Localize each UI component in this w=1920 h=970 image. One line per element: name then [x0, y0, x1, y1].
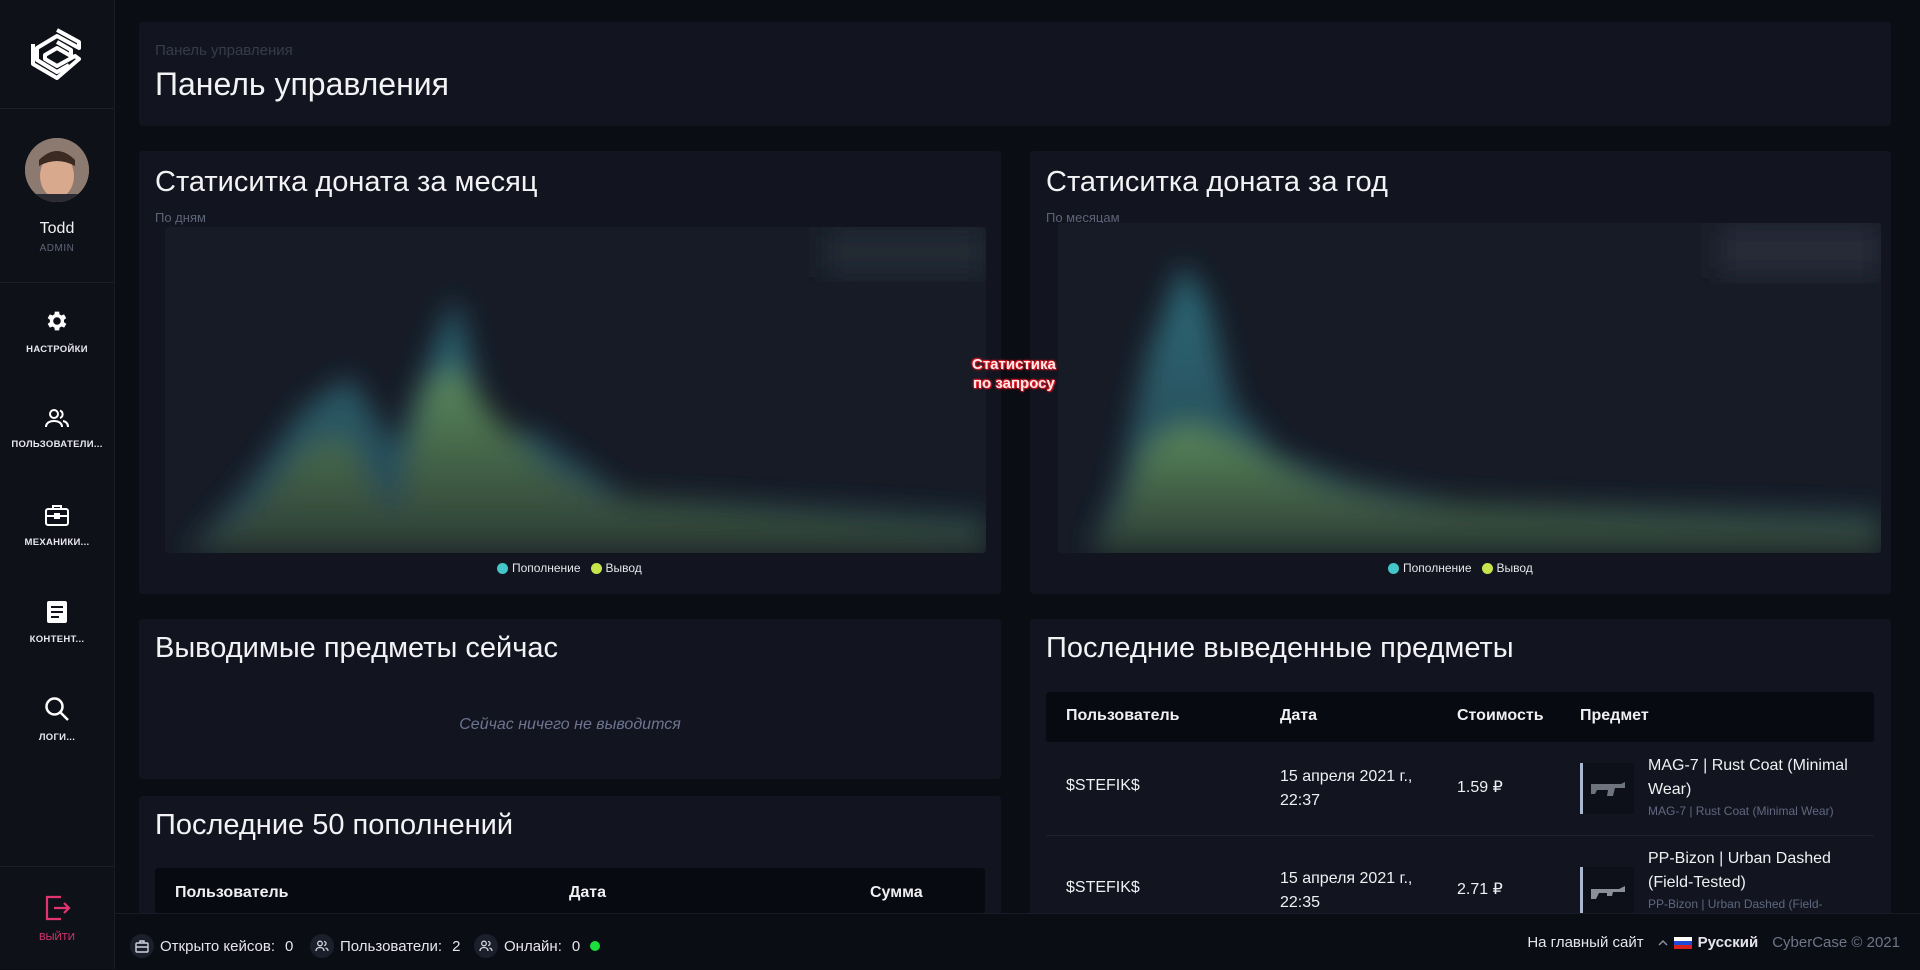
row-item-sub: PP-Bizon | Urban Dashed (Field- [1648, 897, 1823, 911]
copyright: CyberCase © 2021 [1772, 934, 1900, 951]
footer-online: Онлайн: 0 [474, 934, 601, 958]
gun-icon [1590, 885, 1625, 899]
sidebar-item-settings[interactable]: НАСТРОЙКИ [0, 283, 114, 380]
document-icon [47, 601, 67, 623]
online-label: Онлайн: [504, 937, 562, 955]
table-row[interactable]: $STEFIK$ 15 апреля 2021 г., 22:37 1.59 ₽… [1046, 742, 1874, 836]
users-value: 2 [452, 937, 461, 955]
cases-label: Открыто кейсов: [160, 937, 276, 955]
language-selector[interactable]: Русский [1658, 934, 1759, 951]
user-name: Todd [39, 220, 75, 237]
main-site-link[interactable]: На главный сайт [1527, 934, 1643, 951]
col-user[interactable]: Пользователь [175, 884, 288, 902]
cybercase-logo-icon [31, 28, 81, 80]
col-item[interactable]: Предмет [1580, 707, 1649, 725]
stamp-line-2: по запросу [972, 375, 1055, 392]
sidebar-item-logs[interactable]: ЛОГИ... [0, 671, 114, 768]
cases-value: 0 [285, 937, 294, 955]
item-thumbnail [1580, 867, 1634, 918]
footer-users: Пользователи: 2 [310, 934, 460, 958]
row-item-sub: MAG-7 | Rust Coat (Minimal Wear) [1648, 804, 1834, 818]
row-user[interactable]: $STEFIK$ [1066, 879, 1140, 897]
col-date[interactable]: Дата [569, 884, 606, 902]
row-date: 15 апреля 2021 г., 22:35 [1280, 870, 1413, 911]
year-chart [1058, 223, 1881, 553]
page-title: Панель управления [155, 66, 449, 102]
stamp-line-1: Статистика [972, 356, 1056, 373]
row-date: 15 апреля 2021 г., 22:37 [1280, 768, 1413, 809]
online-users-icon [474, 934, 498, 958]
search-icon [45, 697, 69, 721]
col-cost[interactable]: Стоимость [1457, 707, 1544, 725]
month-chart-svg [165, 227, 986, 553]
legend-label: Вывод [1496, 561, 1533, 575]
sidebar-item-label: КОНТЕНТ... [29, 634, 85, 645]
sidebar-item-content[interactable]: КОНТЕНТ... [0, 574, 114, 671]
users-label: Пользователи: [340, 937, 443, 955]
online-status-dot [590, 941, 601, 951]
sidebar-item-label: МЕХАНИКИ... [24, 537, 90, 548]
last-withdrawn-title: Последние выведенные предметы [1046, 632, 1514, 664]
sidebar-item-label: ЛОГИ... [38, 732, 76, 743]
col-date[interactable]: Дата [1280, 707, 1317, 725]
row-cost: 2.71 ₽ [1457, 881, 1503, 898]
logout-icon [45, 895, 71, 920]
month-chart-subtitle: По дням [155, 210, 206, 225]
logout-button[interactable]: ВЫЙТИ [0, 866, 114, 969]
legend-item-deposit[interactable]: Пополнение [497, 561, 581, 575]
sidebar-item-users[interactable]: ПОЛЬЗОВАТЕЛИ... [0, 380, 114, 477]
users-icon [45, 409, 69, 428]
last-withdrawn-header: Пользователь Дата Стоимость Предмет [1046, 692, 1874, 742]
legend-item-withdraw[interactable]: Вывод [1481, 561, 1533, 575]
row-item[interactable]: PP-Bizon | Urban Dashed (Field-Tested) [1648, 847, 1858, 895]
last-deposits-title: Последние 50 пополнений [155, 809, 514, 841]
chevron-up-icon [1658, 939, 1668, 946]
sidebar-item-label: НАСТРОЙКИ [26, 344, 88, 355]
month-chart-legend: Пополнение Вывод [497, 561, 642, 575]
logout-label: ВЫЙТИ [38, 931, 75, 943]
row-cost: 1.59 ₽ [1457, 779, 1503, 796]
user-role: ADMIN [39, 243, 75, 254]
sidebar: Todd ADMIN НАСТРОЙКИ ПОЛЬЗОВАТЕЛИ... МЕХ… [0, 0, 115, 969]
legend-label: Вывод [605, 561, 642, 575]
profile: Todd ADMIN [0, 109, 114, 283]
sidebar-item-label: ПОЛЬЗОВАТЕЛИ... [11, 439, 103, 450]
month-chart [165, 227, 986, 553]
breadcrumb[interactable]: Панель управления [155, 42, 293, 59]
footer: Открыто кейсов: 0 Пользователи: 2 Онлайн… [115, 913, 1920, 970]
col-sum[interactable]: Сумма [870, 884, 923, 902]
gear-icon [47, 311, 67, 331]
case-icon [130, 934, 154, 958]
row-user[interactable]: $STEFIK$ [1066, 777, 1140, 795]
online-value: 0 [571, 937, 581, 955]
legend-label: Пополнение [1403, 561, 1472, 575]
briefcase-icon [45, 505, 69, 526]
legend-label: Пополнение [512, 561, 581, 575]
table-row[interactable]: $STEFIK$ 15 апреля 2021 г., 22:35 2.71 ₽… [1046, 835, 1874, 918]
footer-right: На главный сайт Русский CyberCase © 2021 [1527, 934, 1900, 951]
year-chart-legend: Пополнение Вывод [1388, 561, 1533, 575]
withdrawing-now-title: Выводимые предметы сейчас [155, 632, 558, 664]
stats-on-request-stamp: Статистика по запросу [972, 355, 1056, 393]
item-thumbnail [1580, 763, 1634, 814]
row-item[interactable]: MAG-7 | Rust Coat (Minimal Wear) [1648, 754, 1858, 802]
language-label: Русский [1697, 934, 1759, 951]
year-chart-svg [1058, 223, 1881, 553]
russia-flag-icon [1673, 936, 1692, 949]
legend-item-deposit[interactable]: Пополнение [1388, 561, 1472, 575]
footer-cases: Открыто кейсов: 0 [130, 934, 293, 958]
avatar[interactable] [25, 138, 89, 202]
users-icon [310, 934, 334, 958]
sidebar-item-mechanics[interactable]: МЕХАНИКИ... [0, 477, 114, 574]
legend-item-withdraw[interactable]: Вывод [590, 561, 642, 575]
gun-icon [1590, 781, 1625, 796]
col-user[interactable]: Пользователь [1066, 707, 1179, 725]
month-chart-title: Статиситка доната за месяц [155, 166, 538, 198]
withdrawing-now-empty: Сейчас ничего не выводится [459, 716, 681, 733]
logo[interactable] [0, 0, 114, 109]
year-chart-title: Статиситка доната за год [1046, 166, 1388, 198]
last-deposits-header: Пользователь Дата Сумма [155, 868, 985, 913]
